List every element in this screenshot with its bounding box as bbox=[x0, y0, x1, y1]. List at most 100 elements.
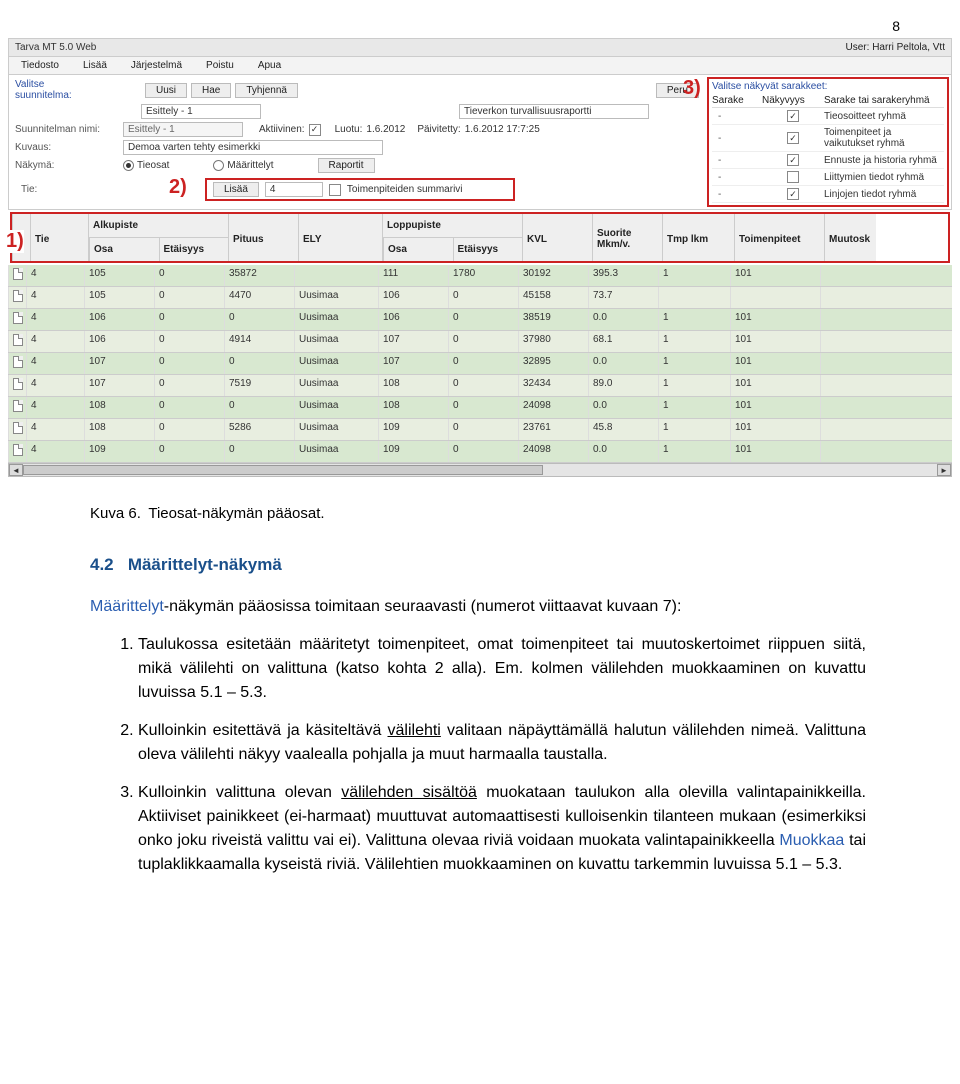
cell-lop-eta: 0 bbox=[448, 397, 518, 418]
kuvaus-input[interactable]: Demoa varten tehty esimerkki bbox=[123, 140, 383, 155]
cell-alk-osa: 109 bbox=[84, 441, 154, 462]
cell-tmplkm: 1 bbox=[658, 375, 730, 396]
table-row[interactable]: 410604914Uusimaa10703798068.11101 bbox=[8, 331, 952, 353]
cell-lop-osa: 108 bbox=[378, 375, 448, 396]
column-visibility-row[interactable]: -✓Ennuste ja historia ryhmä bbox=[712, 152, 944, 169]
cell-toimenpiteet: 101 bbox=[730, 397, 820, 418]
menu-tiedosto[interactable]: Tiedosto bbox=[9, 57, 71, 74]
cell-ely: Uusimaa bbox=[294, 331, 378, 352]
th-kvl: KVL bbox=[522, 214, 592, 261]
table-row[interactable]: 410707519Uusimaa10803243489.01101 bbox=[8, 375, 952, 397]
table-row[interactable]: 410600Uusimaa1060385190.01101 bbox=[8, 309, 952, 331]
label-suunnitelman-nimi: Suunnitelman nimi: bbox=[15, 124, 119, 135]
menu-poistu[interactable]: Poistu bbox=[194, 57, 246, 74]
visibility-checkbox[interactable] bbox=[787, 171, 799, 183]
lisaa-button[interactable]: Lisää bbox=[213, 182, 259, 197]
page-number: 8 bbox=[0, 0, 960, 34]
uusi-button[interactable]: Uusi bbox=[145, 83, 187, 98]
cell-pituus: 7519 bbox=[224, 375, 294, 396]
cell-muutosk bbox=[820, 309, 872, 330]
cell-pituus: 0 bbox=[224, 309, 294, 330]
column-visibility-row[interactable]: -Liittymien tiedot ryhmä bbox=[712, 169, 944, 186]
row-icon bbox=[8, 441, 26, 462]
menu-apua[interactable]: Apua bbox=[246, 57, 293, 74]
page-icon bbox=[13, 356, 23, 368]
visibility-checkbox[interactable]: ✓ bbox=[787, 132, 799, 144]
cell-suorite: 73.7 bbox=[588, 287, 658, 308]
menu-lisaa[interactable]: Lisää bbox=[71, 57, 119, 74]
cell-alk-eta: 0 bbox=[154, 309, 224, 330]
th-tmplkm: Tmp lkm bbox=[662, 214, 734, 261]
th-alkupiste: Alkupiste bbox=[89, 214, 228, 238]
col-sarake-value: - bbox=[712, 133, 762, 144]
scroll-thumb[interactable] bbox=[23, 465, 543, 475]
table-row[interactable]: 410800Uusimaa1080240980.01101 bbox=[8, 397, 952, 419]
cell-toimenpiteet: 101 bbox=[730, 375, 820, 396]
cell-lop-osa: 106 bbox=[378, 309, 448, 330]
cell-lop-eta: 0 bbox=[448, 441, 518, 462]
tie-number-select[interactable]: 4 bbox=[265, 182, 323, 197]
column-visibility-row[interactable]: - ✓ Toimenpiteet ja vaikutukset ryhmä bbox=[712, 125, 944, 152]
cell-toimenpiteet: 101 bbox=[730, 309, 820, 330]
cell-toimenpiteet: 101 bbox=[730, 419, 820, 440]
cell-alk-eta: 0 bbox=[154, 331, 224, 352]
li3-a: Kulloinkin valittuna olevan bbox=[138, 784, 341, 801]
plan-name-input[interactable]: Esittely - 1 bbox=[123, 122, 243, 137]
cell-alk-osa: 105 bbox=[84, 287, 154, 308]
cell-pituus: 4914 bbox=[224, 331, 294, 352]
cell-lop-osa: 107 bbox=[378, 331, 448, 352]
figure-caption: Kuva 6. Tieosat-näkymän pääosat. bbox=[90, 503, 870, 526]
cell-alk-osa: 106 bbox=[84, 309, 154, 330]
th-ely: ELY bbox=[298, 214, 382, 261]
summarivi-checkbox[interactable] bbox=[329, 184, 341, 196]
cell-lop-eta: 1780 bbox=[448, 265, 518, 286]
visibility-checkbox[interactable]: ✓ bbox=[787, 188, 799, 200]
screenshot-figure: Tarva MT 5.0 Web User: Harri Peltola, Vt… bbox=[8, 38, 952, 477]
cell-pituus: 35872 bbox=[224, 265, 294, 286]
cell-muutosk bbox=[820, 419, 872, 440]
list-item-3: Kulloinkin valittuna olevan välilehden s… bbox=[138, 781, 870, 877]
aktiivinen-checkbox[interactable]: ✓ bbox=[309, 124, 321, 136]
table-row[interactable]: 410900Uusimaa1090240980.01101 bbox=[8, 441, 952, 463]
report-select[interactable]: Tieverkon turvallisuusraportti bbox=[459, 104, 649, 119]
scroll-right-arrow-icon[interactable]: ► bbox=[937, 464, 951, 476]
page-icon bbox=[13, 268, 23, 280]
page-icon bbox=[13, 312, 23, 324]
menu-jarjestelma[interactable]: Järjestelmä bbox=[119, 57, 194, 74]
tyhjenna-button[interactable]: Tyhjennä bbox=[235, 83, 298, 98]
table-row[interactable]: 410504470Uusimaa10604515873.7 bbox=[8, 287, 952, 309]
heading-number: 4.2 bbox=[90, 555, 114, 574]
hae-button[interactable]: Hae bbox=[191, 83, 231, 98]
col-group-name: Toimenpiteet ja vaikutukset ryhmä bbox=[824, 127, 944, 149]
scroll-left-arrow-icon[interactable]: ◄ bbox=[9, 464, 23, 476]
plan-select[interactable]: Esittely - 1 bbox=[141, 104, 261, 119]
label-aktiivinen: Aktiivinen: bbox=[259, 124, 305, 135]
col-sarake-value: - bbox=[712, 189, 762, 200]
cell-muutosk bbox=[820, 375, 872, 396]
cell-kvl: 30192 bbox=[518, 265, 588, 286]
cell-tie: 4 bbox=[26, 309, 84, 330]
column-visibility-row[interactable]: -✓Tieosoitteet ryhmä bbox=[712, 108, 944, 125]
raportit-button[interactable]: Raportit bbox=[318, 158, 375, 173]
left-tool-panel: Valitse suunnitelma: Uusi Hae Tyhjennä P… bbox=[9, 75, 705, 203]
horizontal-scrollbar[interactable]: ◄ ► bbox=[8, 463, 952, 477]
cell-tie: 4 bbox=[26, 441, 84, 462]
radio-maarittelyt[interactable]: Määrittelyt bbox=[213, 160, 273, 171]
column-visibility-row[interactable]: -✓Linjojen tiedot ryhmä bbox=[712, 186, 944, 203]
cell-tmplkm: 1 bbox=[658, 353, 730, 374]
col-group-name: Tieosoitteet ryhmä bbox=[824, 111, 944, 122]
visibility-checkbox[interactable]: ✓ bbox=[787, 110, 799, 122]
cell-toimenpiteet: 101 bbox=[730, 441, 820, 462]
table-row[interactable]: 4105035872111178030192395.31101 bbox=[8, 265, 952, 287]
visibility-checkbox[interactable]: ✓ bbox=[787, 154, 799, 166]
heading-text: Määrittelyt-näkymä bbox=[128, 555, 282, 574]
table-row[interactable]: 410805286Uusimaa10902376145.81101 bbox=[8, 419, 952, 441]
user-block: User: Harri Peltola, Vtt bbox=[846, 42, 946, 53]
cell-alk-eta: 0 bbox=[154, 397, 224, 418]
numbered-list: Taulukossa esitetään määritetyt toimenpi… bbox=[138, 633, 870, 877]
radio-tieosat[interactable]: Tieosat bbox=[123, 160, 169, 171]
th-alk-osa: Osa bbox=[89, 238, 159, 261]
cell-kvl: 23761 bbox=[518, 419, 588, 440]
cell-tmplkm: 1 bbox=[658, 397, 730, 418]
table-row[interactable]: 410700Uusimaa1070328950.01101 bbox=[8, 353, 952, 375]
